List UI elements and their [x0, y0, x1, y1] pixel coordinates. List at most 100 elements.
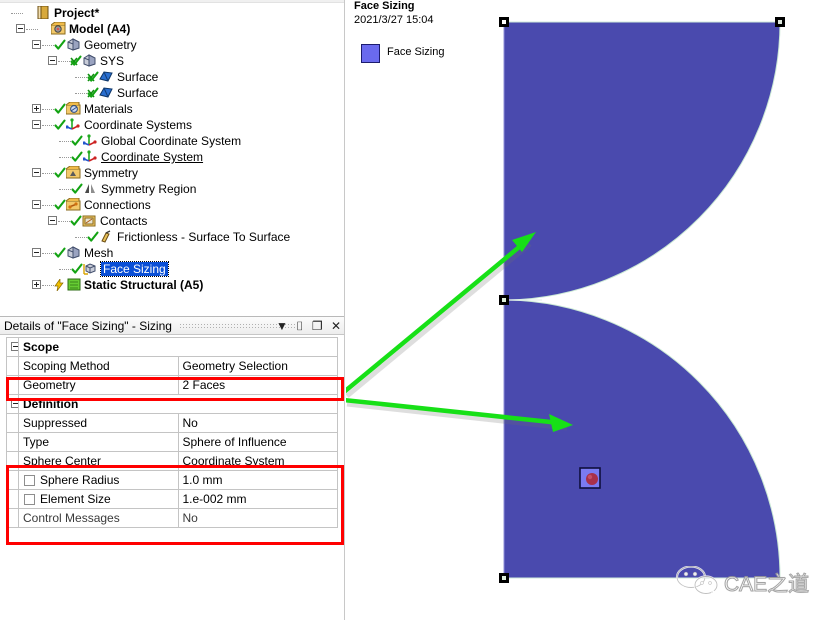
details-row[interactable]: Scoping Method Geometry Selection: [6, 356, 338, 376]
tree-collapse-toggle[interactable]: [48, 216, 57, 226]
tree-item-face-sizing[interactable]: Face Sizing: [0, 260, 344, 277]
tree-item-label: Connections: [84, 197, 151, 212]
symmetry-region-icon: [83, 182, 98, 195]
tree-collapse-toggle[interactable]: [16, 24, 25, 34]
tree-connector: [42, 165, 54, 175]
details-table[interactable]: Scope Scoping Method Geometry Selection Geo…: [6, 337, 338, 528]
tree-item-label: Geometry: [84, 37, 137, 52]
geometry-canvas[interactable]: [346, 0, 834, 620]
details-row-value[interactable]: Sphere of Influence: [177, 432, 338, 452]
status-check-icon: [54, 39, 66, 50]
graphics-viewport[interactable]: Face Sizing 2021/3/27 15:04 Face Sizing: [346, 0, 834, 620]
details-key-text: Type: [23, 435, 50, 449]
details-row[interactable]: Type Sphere of Influence: [6, 432, 338, 452]
details-panel-title: Details of "Face Sizing" - Sizing: [4, 319, 172, 333]
tree-item-global-coordinate-system[interactable]: Global Coordinate System: [0, 132, 344, 148]
row-checkbox[interactable]: [24, 475, 35, 487]
details-row-value[interactable]: 2 Faces: [177, 375, 338, 395]
details-row-value[interactable]: No: [177, 413, 338, 433]
details-row[interactable]: Sphere Center Coordinate System: [6, 451, 338, 471]
tree-item-coordinate-systems[interactable]: Coordinate Systems: [0, 116, 344, 132]
upper-face[interactable]: [503, 21, 781, 301]
tree-item-contacts[interactable]: Contacts: [0, 212, 344, 228]
details-row-key: Scoping Method: [18, 356, 179, 376]
left-panel: Project* Model (A4) Geometry SYS Surface Surf…: [0, 0, 345, 620]
tree-collapse-toggle[interactable]: [32, 120, 41, 130]
details-row-value[interactable]: 1.e-002 mm: [177, 489, 338, 509]
details-row[interactable]: Suppressed No: [6, 413, 338, 433]
tree-item-static-structural-a5[interactable]: Static Structural (A5): [0, 276, 344, 292]
materials-icon: [66, 102, 81, 115]
details-row[interactable]: Element Size 1.e-002 mm: [6, 489, 338, 509]
tree-connector: [75, 85, 87, 95]
details-row-value[interactable]: 1.0 mm: [177, 470, 338, 490]
tree-item-mesh[interactable]: Mesh: [0, 244, 344, 260]
details-row-value[interactable]: Geometry Selection: [177, 356, 338, 376]
sphere-of-influence-marker[interactable]: [579, 467, 601, 489]
tree-connector: [58, 213, 70, 223]
details-row-key: Suppressed: [18, 413, 179, 433]
tree-item-surface[interactable]: Surface: [0, 84, 344, 100]
tree-connector: [42, 117, 54, 127]
tree-item-project[interactable]: Project*: [0, 4, 344, 20]
details-row-value[interactable]: Coordinate System: [177, 451, 338, 471]
tree-connector: [26, 21, 38, 31]
tree-item-model-a4[interactable]: Model (A4): [0, 20, 344, 36]
tree-item-label: Symmetry Region: [101, 181, 197, 196]
details-key-text: Sphere Radius: [40, 473, 120, 487]
tree-item-frictionless-surface-to-surface[interactable]: Frictionless - Surface To Surface: [0, 228, 344, 244]
tree-connector: [59, 133, 71, 143]
tree-item-label: Surface: [117, 85, 159, 100]
tree-item-materials[interactable]: Materials: [0, 100, 344, 116]
tree-connector: [59, 149, 71, 159]
row-gutter: [6, 489, 19, 509]
tree-item-surface[interactable]: Surface: [0, 68, 344, 84]
pin-icon[interactable]: ⌷: [296, 317, 303, 335]
status-check-icon: [71, 151, 83, 162]
tree-item-label: Contacts: [100, 213, 148, 228]
maximize-icon[interactable]: ❐: [312, 317, 323, 335]
row-checkbox[interactable]: [24, 494, 35, 506]
tree-item-label: Mesh: [84, 245, 114, 260]
details-panel: Details of "Face Sizing" - Sizing ▼ ⌷ ❐ …: [0, 316, 344, 620]
details-row-value[interactable]: No: [177, 508, 338, 528]
details-row[interactable]: Control Messages No: [6, 508, 338, 528]
tree-item-label: Coordinate System: [101, 149, 204, 164]
tree-item-coordinate-system[interactable]: Coordinate System: [0, 148, 344, 164]
tree-item-connections[interactable]: Connections: [0, 196, 344, 212]
chevron-down-icon[interactable]: ▼: [276, 317, 288, 335]
tree-collapse-toggle[interactable]: [48, 56, 57, 66]
details-group-row[interactable]: Definition: [6, 394, 338, 414]
symmetry-icon: [66, 166, 81, 179]
tree-item-symmetry[interactable]: Symmetry: [0, 164, 344, 180]
tree-connector: [11, 5, 23, 15]
tree-connector: [42, 277, 54, 287]
tree-collapse-toggle[interactable]: [32, 248, 41, 258]
details-row-key: Sphere Center: [18, 451, 179, 471]
details-row[interactable]: Geometry 2 Faces: [6, 375, 338, 395]
tree-connector: [75, 69, 87, 79]
tree-item-label: Face Sizing: [100, 260, 169, 277]
status-check-icon: [71, 263, 83, 274]
outline-tree[interactable]: Project* Model (A4) Geometry SYS Surface Surf…: [0, 0, 344, 314]
tree-item-symmetry-region[interactable]: Symmetry Region: [0, 180, 344, 196]
details-panel-title-bar: Details of "Face Sizing" - Sizing ▼ ⌷ ❐ …: [0, 317, 344, 335]
tree-connector: [42, 37, 54, 47]
group-collapse-toggle[interactable]: [6, 394, 19, 414]
tree-connector: [75, 229, 87, 239]
tree-expand-toggle[interactable]: [32, 280, 41, 290]
tree-item-sys[interactable]: SYS: [0, 52, 344, 68]
tree-item-geometry[interactable]: Geometry: [0, 36, 344, 52]
tree-collapse-toggle[interactable]: [32, 40, 41, 50]
details-row[interactable]: Sphere Radius 1.0 mm: [6, 470, 338, 490]
tree-collapse-toggle[interactable]: [32, 200, 41, 210]
tree-collapse-toggle[interactable]: [32, 168, 41, 178]
lower-face[interactable]: [503, 299, 781, 579]
details-row-key: Element Size: [18, 489, 179, 509]
row-gutter: [6, 508, 19, 528]
group-collapse-toggle[interactable]: [6, 337, 19, 357]
details-key-text: Geometry: [23, 378, 76, 392]
close-icon[interactable]: ✕: [331, 317, 341, 335]
details-group-row[interactable]: Scope: [6, 337, 338, 357]
tree-expand-toggle[interactable]: [32, 104, 41, 114]
